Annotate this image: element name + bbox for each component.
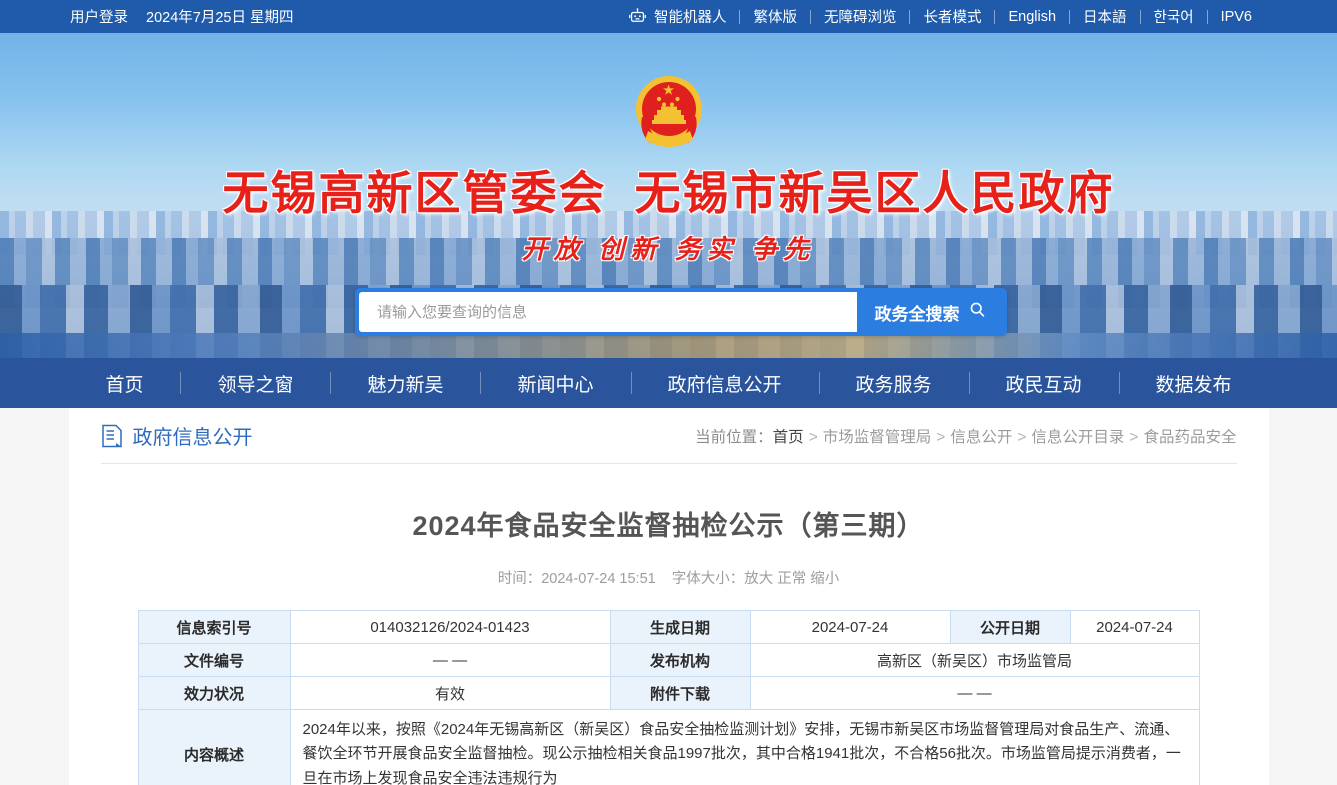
robot-icon [628, 7, 647, 26]
user-login-link[interactable]: 用户登录 [70, 6, 128, 27]
banner-title-right: 无锡市新吴区人民政府 [634, 168, 1115, 219]
china-national-emblem-icon [628, 73, 710, 151]
cell-attachment-value: — — [749, 676, 1200, 710]
search-bar: 政务全搜索 [355, 288, 1007, 336]
section-tag[interactable]: 政府信息公开 [101, 421, 253, 450]
banner-title: 无锡高新区管委会 无锡市新吴区人民政府 [0, 157, 1337, 223]
cell-public-date-value: 2024-07-24 [1069, 610, 1200, 644]
font-size-smaller[interactable]: 缩小 [810, 571, 839, 587]
cell-created-date-label: 生成日期 [609, 610, 751, 644]
nav-item-government-info-disclosure[interactable]: 政府信息公开 [630, 358, 819, 408]
cell-attachment-label: 附件下载 [609, 676, 751, 710]
font-size-normal[interactable]: 正常 [777, 571, 806, 587]
content-area: 政府信息公开 当前位置：首页 > 市场监督管理局 > 信息公开 > 信息公开目录 > 食品药品安… [68, 408, 1269, 785]
traditional-chinese-link[interactable]: 繁体版 [740, 6, 810, 27]
nav-item-data-release[interactable]: 数据发布 [1118, 358, 1269, 408]
current-date: 2024年7月25日 星期四 [146, 10, 294, 26]
topbar-right-group: 智能机器人 繁体版 无障碍浏览 长者模式 English 日本語 한국어 IPV… [615, 0, 1265, 33]
korean-link[interactable]: 한국어 [1141, 6, 1207, 27]
banner-title-left: 无锡高新区管委会 [222, 168, 607, 219]
breadcrumb-separator: > [1017, 428, 1027, 446]
nav-item-government-services[interactable]: 政务服务 [818, 358, 969, 408]
publish-time-value: 2024-07-24 15:51 [541, 571, 656, 587]
cell-file-number-label: 文件编号 [137, 643, 291, 677]
japanese-link[interactable]: 日本語 [1070, 6, 1140, 27]
search-button-label: 政务全搜索 [874, 304, 960, 324]
cell-validity-label: 效力状况 [137, 676, 291, 710]
breadcrumb-item-food-drug-safety[interactable]: 食品药品安全 [1143, 429, 1236, 446]
breadcrumb-home[interactable]: 首页 [773, 429, 804, 446]
search-icon [969, 301, 986, 323]
cell-publisher-label: 发布机构 [609, 643, 751, 677]
table-row: 文件编号 — — 发布机构 高新区（新吴区）市场监管局 [137, 643, 1200, 677]
smart-robot-label: 智能机器人 [653, 10, 727, 26]
table-row: 信息索引号 014032126/2024-01423 生成日期 2024-07-… [137, 610, 1200, 644]
cell-file-number-value: — — [289, 643, 611, 677]
english-link[interactable]: English [995, 9, 1069, 25]
cell-public-date-label: 公开日期 [949, 610, 1071, 644]
article-meta: 时间：2024-07-24 15:51 字体大小：放大 正常 缩小 [101, 543, 1237, 610]
top-utility-bar: 用户登录 2024年7月25日 星期四 智能机器人 繁体版 无障碍浏览 长者模式… [0, 0, 1337, 33]
breadcrumb-separator: > [808, 428, 818, 446]
main-navigation: 首页 领导之窗 魅力新吴 新闻中心 政府信息公开 政务服务 政民互动 数据发布 [0, 358, 1337, 408]
nav-item-news-center[interactable]: 新闻中心 [480, 358, 630, 408]
cell-index-number-label: 信息索引号 [137, 610, 291, 644]
smart-robot-link[interactable]: 智能机器人 [615, 6, 740, 27]
accessibility-browsing-link[interactable]: 无障碍浏览 [811, 6, 910, 27]
elder-mode-link[interactable]: 长者模式 [910, 6, 994, 27]
cell-publisher-value: 高新区（新吴区）市场监管局 [749, 643, 1200, 677]
cell-validity-value: 有效 [289, 676, 611, 710]
ipv6-link[interactable]: IPV6 [1208, 9, 1265, 25]
nav-item-home[interactable]: 首页 [68, 358, 180, 408]
breadcrumb: 当前位置：首页 > 市场监督管理局 > 信息公开 > 信息公开目录 > 食品药品安全 [695, 425, 1236, 447]
page-title: 2024年食品安全监督抽检公示（第三期） [412, 511, 925, 541]
banner-slogan: 开放 创新 务实 争先 [521, 235, 816, 264]
nav-item-citizen-interaction[interactable]: 政民互动 [968, 358, 1119, 408]
breadcrumb-item-market-supervision[interactable]: 市场监督管理局 [823, 429, 932, 446]
breadcrumb-row: 政府信息公开 当前位置：首页 > 市场监督管理局 > 信息公开 > 信息公开目录 > 食品药品安… [100, 408, 1237, 464]
breadcrumb-item-info-disclosure[interactable]: 信息公开 [950, 429, 1012, 446]
cell-summary-label: 内容概述 [137, 709, 291, 785]
site-banner: 无锡高新区管委会无锡市新吴区人民政府 开放 创新 务实 争先 政务全搜索 [0, 33, 1337, 358]
publish-time-label: 时间： [497, 571, 542, 587]
font-size-label: 字体大小： [671, 571, 745, 587]
cell-created-date-value: 2024-07-24 [749, 610, 951, 644]
breadcrumb-prefix: 当前位置： [695, 428, 773, 446]
document-detail-table: 信息索引号 014032126/2024-01423 生成日期 2024-07-… [137, 610, 1200, 785]
search-button[interactable]: 政务全搜索 [857, 292, 1003, 332]
nav-item-leadership[interactable]: 领导之窗 [180, 358, 330, 408]
table-row: 效力状况 有效 附件下载 — — [137, 676, 1200, 710]
topbar-left-group: 用户登录 2024年7月25日 星期四 [0, 6, 293, 27]
breadcrumb-item-info-disclosure-catalog[interactable]: 信息公开目录 [1031, 429, 1124, 446]
cell-index-number-value: 014032126/2024-01423 [289, 610, 611, 644]
font-size-larger[interactable]: 放大 [744, 571, 773, 587]
nav-item-charming-xinwu[interactable]: 魅力新吴 [330, 358, 480, 408]
table-row: 内容概述 2024年以来，按照《2024年无锡高新区（新吴区）食品安全抽检监测计… [137, 709, 1200, 785]
search-input[interactable] [359, 292, 857, 332]
section-tag-label: 政府信息公开 [132, 427, 253, 449]
document-icon [101, 424, 123, 448]
breadcrumb-separator: > [936, 428, 946, 446]
cell-summary-value: 2024年以来，按照《2024年无锡高新区（新吴区）食品安全抽检监测计划》安排，… [289, 709, 1200, 785]
breadcrumb-separator: > [1129, 428, 1139, 446]
